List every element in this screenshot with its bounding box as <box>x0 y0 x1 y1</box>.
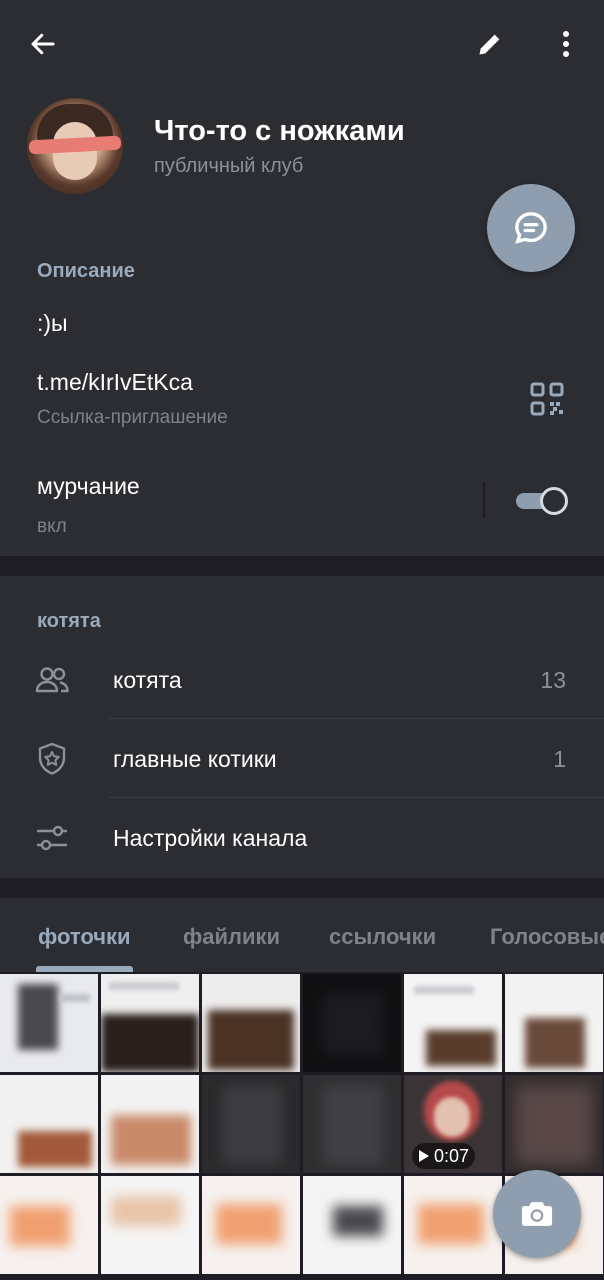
media-tabs: фоточки файлики ссылочки Голосовые <box>0 898 604 972</box>
media-thumbnail[interactable] <box>0 1075 98 1173</box>
media-thumbnail[interactable] <box>0 974 98 1072</box>
media-thumbnail[interactable] <box>303 1176 401 1274</box>
media-thumbnail[interactable] <box>101 1176 199 1274</box>
open-chat-button[interactable] <box>487 184 575 272</box>
pencil-icon <box>479 34 500 55</box>
media-thumbnail[interactable] <box>505 1075 603 1173</box>
edit-button[interactable] <box>462 16 518 72</box>
description-heading: Описание <box>37 260 135 282</box>
members-heading: котята <box>37 610 101 632</box>
avatar[interactable] <box>27 98 123 194</box>
admins-label: главные котики <box>113 746 277 772</box>
people-icon <box>35 667 69 693</box>
channel-settings-row[interactable]: Настройки канала <box>0 798 604 876</box>
channel-settings-label: Настройки канала <box>113 825 308 851</box>
shield-star-icon <box>38 742 66 775</box>
media-thumbnail[interactable] <box>404 1176 502 1274</box>
tab-files[interactable]: файлики <box>183 924 280 950</box>
tab-voice[interactable]: Голосовые <box>490 924 604 950</box>
admins-row[interactable]: главные котики 1 <box>0 719 604 797</box>
more-vertical-icon <box>563 31 569 57</box>
media-thumbnail[interactable] <box>0 1176 98 1274</box>
media-thumbnail[interactable] <box>303 974 401 1072</box>
tab-links[interactable]: ссылочки <box>329 924 436 950</box>
media-thumbnail[interactable] <box>202 1176 300 1274</box>
page-subtitle: публичный клуб <box>154 155 304 177</box>
members-count: 13 <box>540 667 566 693</box>
setting-name: мурчание <box>37 473 140 499</box>
invite-link-caption: Ссылка-приглашение <box>37 407 228 428</box>
divider <box>483 482 485 518</box>
purr-toggle[interactable] <box>514 486 570 516</box>
sliders-icon <box>36 825 68 851</box>
camera-button[interactable] <box>493 1170 581 1258</box>
invite-link[interactable]: t.me/kIrIvEtKca <box>37 369 193 396</box>
camera-icon <box>521 1202 553 1226</box>
qr-code-icon[interactable] <box>530 382 564 416</box>
media-thumbnail[interactable] <box>202 1075 300 1173</box>
back-button[interactable] <box>15 16 71 72</box>
more-menu-button[interactable] <box>538 16 594 72</box>
media-thumbnail[interactable] <box>101 974 199 1072</box>
chat-bubble-icon <box>515 212 547 244</box>
members-label: котята <box>113 667 182 693</box>
description-text: :)ы <box>37 310 68 336</box>
page-title: Что-то с ножками <box>154 115 405 147</box>
media-thumbnail[interactable] <box>101 1075 199 1173</box>
admins-count: 1 <box>553 746 566 772</box>
members-row[interactable]: котята 13 <box>0 640 604 718</box>
info-section: Описание :)ы t.me/kIrIvEtKca Ссылка-приг… <box>0 226 604 556</box>
video-duration: 0:07 <box>434 1145 470 1166</box>
media-thumbnail[interactable] <box>202 974 300 1072</box>
media-thumbnail[interactable] <box>505 974 603 1072</box>
video-duration-badge: 0:07 <box>412 1143 476 1169</box>
media-thumbnail[interactable] <box>303 1075 401 1173</box>
media-thumbnail[interactable] <box>404 974 502 1072</box>
video-thumbnail[interactable]: 0:07 <box>404 1075 502 1173</box>
members-section: котята котята 13 главные котики 1 Настро… <box>0 576 604 878</box>
setting-value: вкл <box>37 516 67 537</box>
tab-photos[interactable]: фоточки <box>38 924 131 950</box>
play-icon <box>419 1150 429 1162</box>
arrow-left-icon <box>31 33 55 55</box>
